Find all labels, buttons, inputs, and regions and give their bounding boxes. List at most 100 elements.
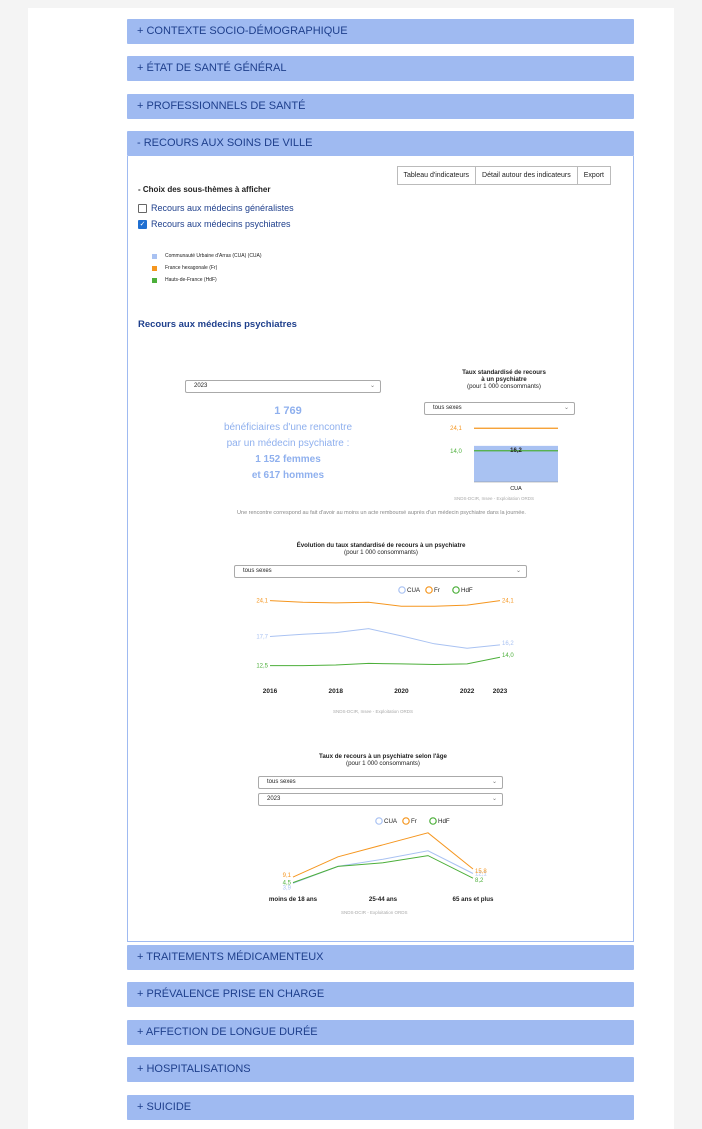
- x-tick-label: 2020: [394, 688, 409, 695]
- label-last-fr: 15,8: [475, 869, 487, 875]
- chevron-down-icon: ⌄: [369, 383, 375, 389]
- recours-panel: Tableau d'indicateurs Détail autour des …: [127, 156, 634, 942]
- age-chart-title: Taux de recours à un psychiatre selon l'…: [258, 753, 508, 767]
- legend-fr: France hexagonale (Fr): [152, 265, 217, 271]
- legend-marker-cua: [375, 817, 383, 825]
- kpi-line2: par un médecin psychiatre :: [226, 438, 350, 449]
- legend-label: Hauts-de-France (HdF): [165, 277, 217, 283]
- legend-swatch: [152, 265, 157, 271]
- section-suicide[interactable]: + SUICIDE: [127, 1095, 634, 1120]
- chart-title-line: à un psychiatre: [481, 376, 527, 383]
- evolution-chart-title: Évolution du taux standardisé de recours…: [231, 542, 531, 556]
- series-line-fr: [292, 832, 474, 878]
- label-last-fr: 24,1: [502, 599, 514, 605]
- subtheme-title: Recours aux médecins psychiatres: [138, 319, 297, 330]
- checkbox-label: Recours aux médecins psychiatres: [151, 219, 291, 229]
- age-chart-source: SNDS-DCIR - Exploitation ORDS: [341, 910, 408, 915]
- select-value: tous sexes: [267, 779, 296, 785]
- x-tick-label: 2018: [328, 688, 343, 695]
- legend-swatch: [152, 277, 157, 283]
- label-first-hdf: 4,5: [283, 881, 292, 887]
- chart-title-line: Évolution du taux standardisé de recours…: [296, 542, 466, 549]
- x-tick-label: 65 ans et plus: [453, 896, 494, 903]
- section-recours-open[interactable]: - RECOURS AUX SOINS DE VILLE: [127, 131, 634, 156]
- age-sex-select[interactable]: tous sexes ⌄: [258, 776, 503, 789]
- series-line-cua: [269, 628, 501, 649]
- legend-cua: Communauté Urbaine d'Arras (CUA) (CUA): [152, 253, 262, 259]
- chevron-down-icon: ⌄: [515, 568, 521, 574]
- rate-chart-title: Taux standardisé de recours à un psychia…: [434, 369, 574, 390]
- kpi-women: 1 152 femmes: [255, 454, 321, 465]
- rate-sex-select[interactable]: tous sexes ⌄: [424, 402, 575, 415]
- checkmark-icon[interactable]: ✓: [138, 219, 147, 229]
- evolution-sex-select[interactable]: tous sexes ⌄: [234, 565, 527, 578]
- section-prevalence[interactable]: + PRÉVALENCE PRISE EN CHARGE: [127, 982, 634, 1007]
- rate-chart-source: SNDS-DCIR, Insee - Exploitation ORDS: [454, 496, 535, 501]
- x-tick-label: moins de 18 ans: [269, 896, 318, 903]
- section-professionnels[interactable]: + PROFESSIONNELS DE SANTÉ: [127, 94, 634, 119]
- legend-label-cua: CUA: [384, 818, 398, 825]
- x-tick-label: 2016: [263, 688, 278, 695]
- section-ald[interactable]: + AFFECTION DE LONGUE DURÉE: [127, 1020, 634, 1045]
- rate-chart: 24,1 14,0 16,2 CUA: [450, 426, 558, 492]
- chevron-down-icon: ⌄: [491, 779, 497, 785]
- label-first-fr: 9,1: [283, 873, 292, 879]
- select-value: tous sexes: [433, 405, 462, 411]
- legend-label-hdf: HdF: [461, 587, 473, 594]
- chart-subtitle: (pour 1 000 consommants): [346, 760, 420, 767]
- series-line-fr: [269, 600, 501, 607]
- indicator-table-button[interactable]: Tableau d'indicateurs: [396, 166, 477, 185]
- legend-marker-fr: [425, 586, 433, 594]
- label-first-hdf: 12,5: [256, 664, 268, 670]
- section-hospitalisations[interactable]: + HOSPITALISATIONS: [127, 1057, 634, 1082]
- kpi-year-select[interactable]: 2023 ⌄: [185, 380, 381, 393]
- age-chart: 3,912,19,115,84,5 8,2CUA Fr HdFmoins de 18 …: [269, 817, 494, 903]
- chevron-down-icon: ⌄: [491, 796, 497, 802]
- legend-marker-cua: [398, 586, 406, 594]
- x-tick-label: 25-44 ans: [369, 896, 398, 903]
- legend-label: France hexagonale (Fr): [165, 265, 218, 271]
- x-tick-label: CUA: [510, 486, 522, 492]
- evolution-chart-source: SNDS-DCIR, Insee - Exploitation ORDS: [333, 709, 414, 714]
- subtheme-choice-title: - Choix des sous-thèmes à afficher: [138, 185, 271, 194]
- section-contexte[interactable]: + CONTEXTE SOCIO-DÉMOGRAPHIQUE: [127, 19, 634, 44]
- legend-hdf: Hauts-de-France (HdF): [152, 277, 217, 283]
- legend-label-fr: Fr: [434, 587, 440, 594]
- chevron-down-icon: ⌄: [563, 405, 569, 411]
- checkbox-unchecked[interactable]: [138, 203, 147, 213]
- legend-label-hdf: HdF: [438, 818, 450, 825]
- chart-title-line: Taux de recours à un psychiatre selon l'…: [319, 753, 447, 760]
- age-year-select[interactable]: 2023 ⌄: [258, 793, 503, 806]
- kpi-count: 1 769: [274, 405, 302, 417]
- checkbox-generalistes[interactable]: Recours aux médecins généralistes: [138, 203, 294, 213]
- series-line-cua: [292, 850, 474, 884]
- label-last-cua: 16,2: [502, 641, 514, 647]
- evolution-chart: 17,7 16,2 24,1 24,1 12,5 14,0 CUA Fr HdF 2016 2018…: [256, 586, 514, 695]
- chart-subtitle: (pour 1 000 consommants): [467, 383, 541, 390]
- legend-swatch: [152, 253, 157, 259]
- chart-subtitle: (pour 1 000 consommants): [344, 549, 418, 556]
- select-value: 2023: [194, 383, 208, 389]
- legend-label-cua: CUA: [407, 587, 421, 594]
- indicator-detail-button[interactable]: Détail autour des indicateurs: [476, 166, 578, 185]
- kpi-men: et 617 hommes: [251, 470, 325, 481]
- label-first-cua: 17,7: [256, 634, 268, 640]
- export-button[interactable]: Export: [577, 166, 611, 185]
- label-fr: 24,1: [450, 426, 462, 432]
- label-last-hdf: 8,2: [475, 878, 484, 884]
- legend-marker-fr: [402, 817, 410, 825]
- select-value: 2023: [267, 796, 281, 802]
- select-value: tous sexes: [243, 568, 272, 574]
- legend-marker-hdf: [452, 586, 460, 594]
- checkbox-psychiatres[interactable]: ✓ Recours aux médecins psychiatres: [138, 219, 291, 229]
- label-last-hdf: 14,0: [502, 653, 514, 659]
- legend-label: Communauté Urbaine d'Arras (CUA) (CUA): [165, 253, 262, 259]
- checkbox-label: Recours aux médecins généralistes: [151, 203, 294, 213]
- section-etat-sante[interactable]: + ÉTAT DE SANTÉ GÉNÉRAL: [127, 56, 634, 81]
- legend-label-fr: Fr: [411, 818, 417, 825]
- x-tick-label: 2022: [460, 688, 475, 695]
- label-first-fr: 24,1: [256, 599, 268, 605]
- rencontre-note: Une rencontre correspond au fait d'avoir…: [237, 510, 526, 516]
- legend-marker-hdf: [429, 817, 437, 825]
- section-traitements[interactable]: + TRAITEMENTS MÉDICAMENTEUX: [127, 945, 634, 970]
